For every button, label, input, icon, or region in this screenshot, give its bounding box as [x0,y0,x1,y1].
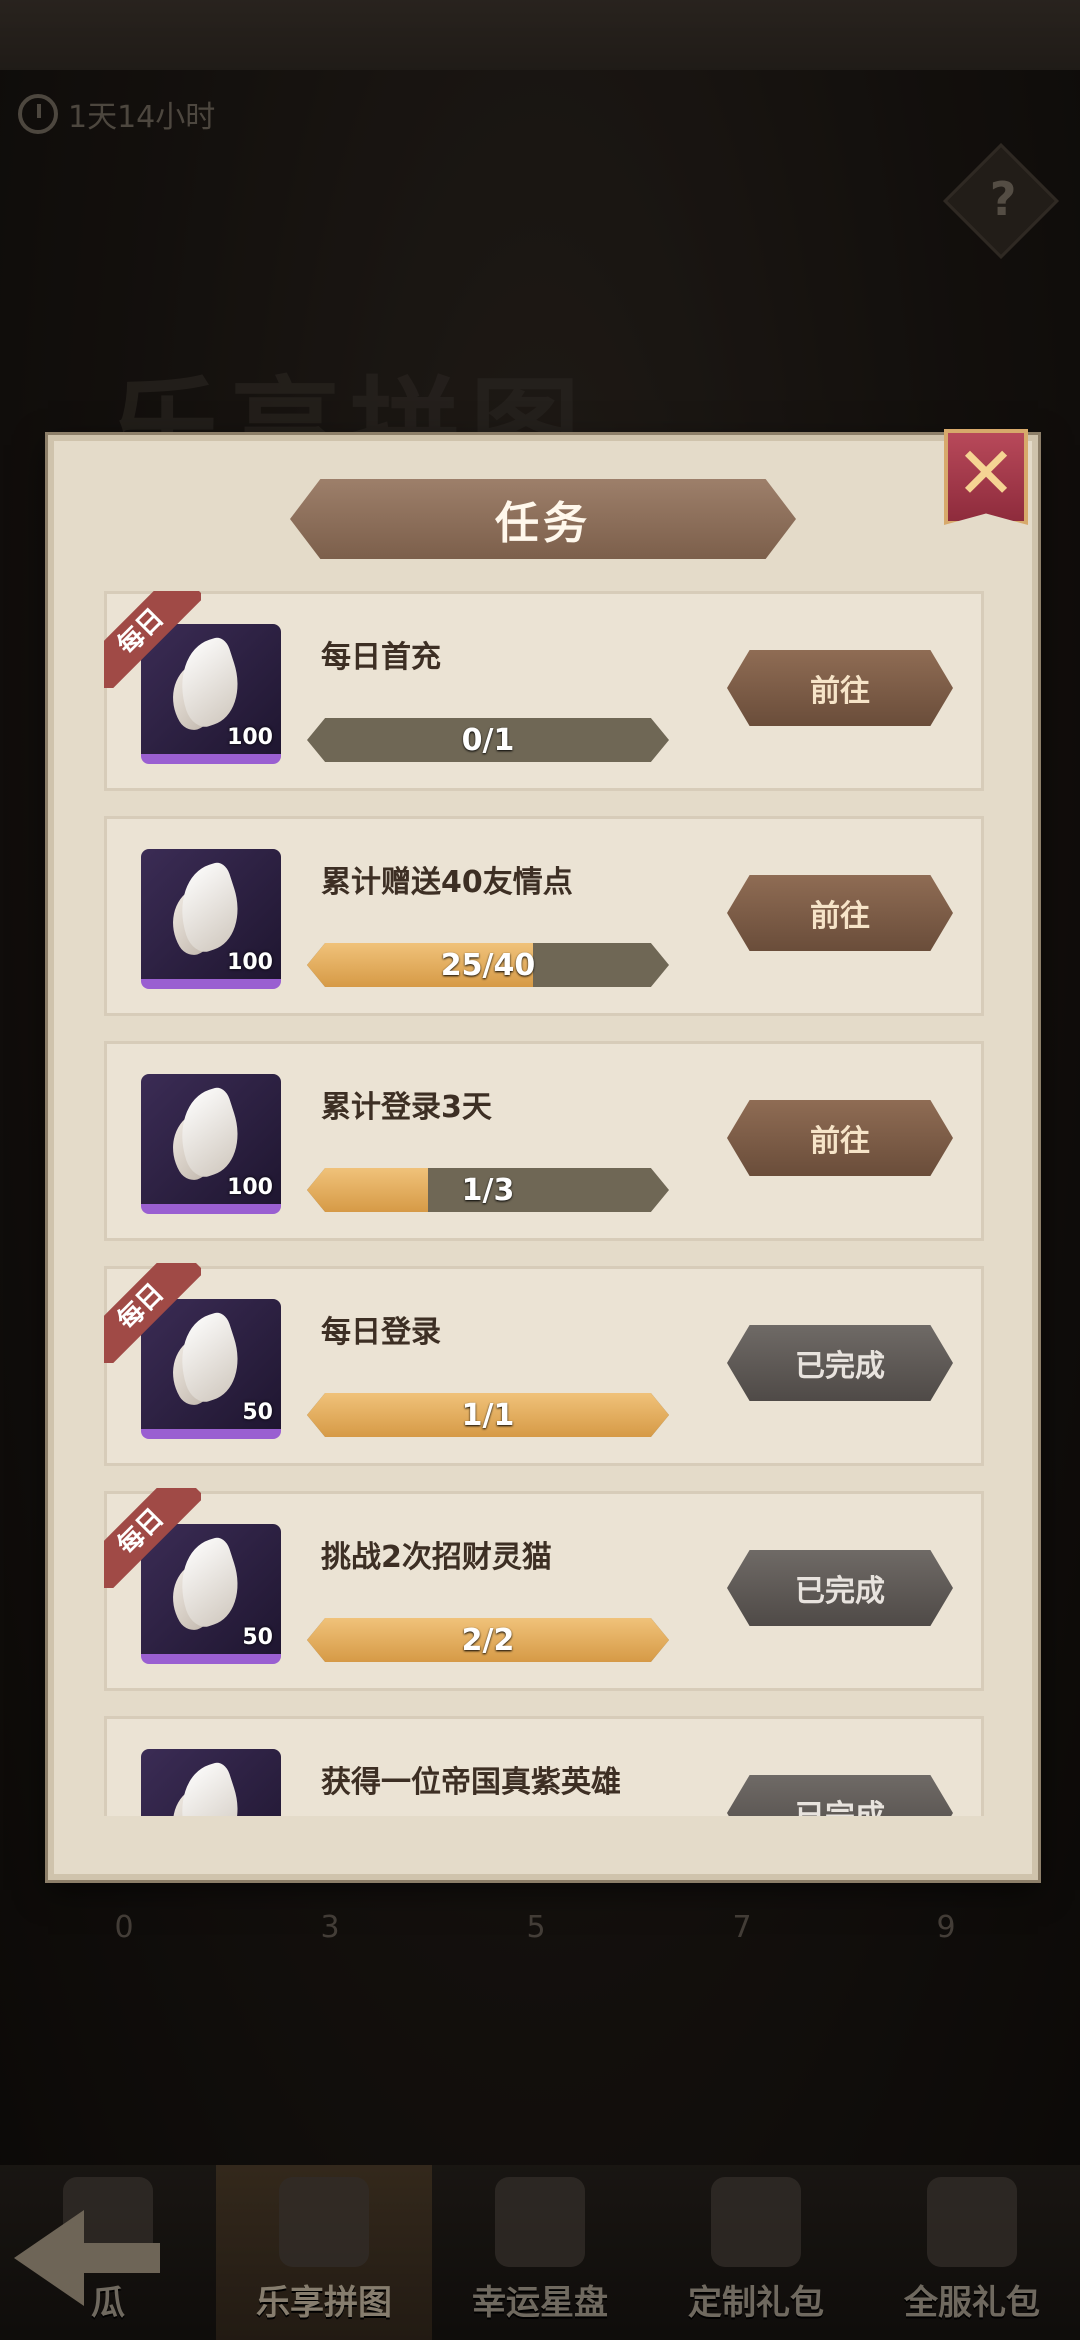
task-progress-bar: 25/40 [307,943,669,987]
go-button[interactable]: 前往 [727,1100,953,1176]
progress-text: 0/1 [461,722,515,758]
task-name: 挑战2次招财灵猫 [321,1540,552,1575]
daily-badge: 每日 [104,591,201,688]
progress-text: 1/1 [461,1397,515,1433]
progress-text: 2/2 [461,1622,515,1658]
reward-quantity: 100 [227,725,273,750]
wing-reward-icon: 100 [141,1074,281,1214]
close-button[interactable]: ✕ [944,429,1028,525]
task-name: 累计赠送40友情点 [321,865,573,900]
task-list[interactable]: 100 每日 每日首充 0/1 前往 100 累计赠送40友情点 25/40 前往 100 累计登录… [104,591,984,1816]
task-row: 50 每日每日登录 1/1 已完成 [104,1263,984,1466]
close-icon: ✕ [955,431,1017,515]
reward-quantity: 50 [242,1400,273,1425]
task-name: 每日登录 [321,1315,441,1350]
daily-badge: 每日 [104,1488,201,1588]
task-row: 100 累计赠送40友情点 25/40 前往 [104,816,984,1016]
completed-button[interactable]: 已完成 [727,1325,953,1401]
task-progress-bar: 1/1 [307,1393,669,1437]
task-row: 100 累计登录3天 1/3 前往 [104,1041,984,1241]
task-name: 累计登录3天 [321,1090,492,1125]
progress-text: 1/3 [461,1172,515,1208]
go-button[interactable]: 前往 [727,875,953,951]
reward-quantity: 100 [227,950,273,975]
go-button[interactable]: 前往 [727,650,953,726]
wing-reward-icon [141,1749,281,1816]
task-row: 50 每日挑战2次招财灵猫 2/2 已完成 [104,1488,984,1691]
reward-quantity: 100 [227,1175,273,1200]
completed-button[interactable]: 已完成 [727,1775,953,1816]
task-progress-bar: 0/1 [307,718,669,762]
task-progress-bar: 1/3 [307,1168,669,1212]
reward-quantity: 50 [242,1625,273,1650]
task-name: 获得一位帝国真紫英雄 [321,1765,621,1800]
completed-button[interactable]: 已完成 [727,1550,953,1626]
dialog-title-banner: 任务 [290,479,796,559]
task-dialog: 任务 ✕ 100 每日 每日首充 0/1 前往 100 累计赠送40友情点 25/40 前往 10… [48,429,1038,1880]
dialog-title: 任务 [495,498,591,549]
task-row: 100 每日每日首充 0/1 前往 [104,591,984,791]
task-name: 每日首充 [321,640,441,675]
task-row: 获得一位帝国真紫英雄 已完成 [104,1716,984,1816]
wing-reward-icon: 100 [141,849,281,989]
progress-text: 25/40 [440,947,536,983]
daily-badge: 每日 [104,1263,201,1363]
task-progress-bar: 2/2 [307,1618,669,1662]
